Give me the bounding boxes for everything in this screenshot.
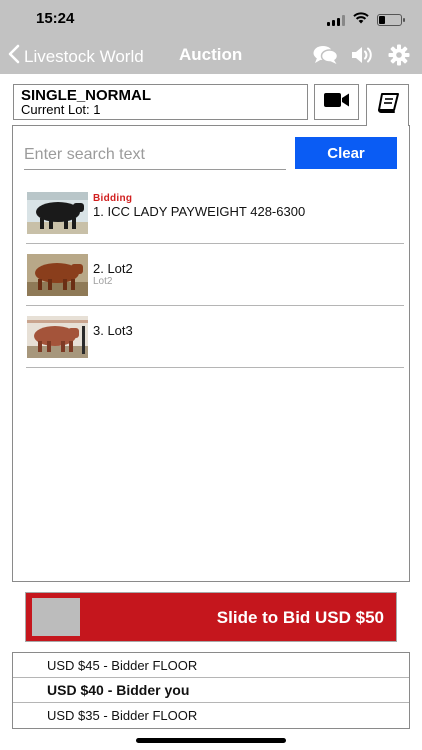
lot-thumbnail <box>27 192 88 234</box>
bid-row: USD $35 - Bidder FLOOR <box>47 708 198 723</box>
lot-thumbnail <box>27 316 88 358</box>
home-indicator <box>136 738 286 743</box>
slide-handle[interactable] <box>32 598 80 636</box>
wifi-icon <box>353 11 369 29</box>
slide-to-bid[interactable]: Slide to Bid USD $50 <box>25 592 397 642</box>
battery-icon <box>377 14 405 26</box>
lot-subtitle: Lot2 <box>93 276 113 287</box>
lot-row-1[interactable]: Bidding 1. ICC LADY PAYWEIGHT 428-6300 <box>26 182 404 244</box>
chevron-left-icon <box>8 44 20 69</box>
catalog-tab[interactable] <box>366 84 409 126</box>
lot-thumbnail <box>27 254 88 296</box>
speaker-icon[interactable] <box>351 45 375 65</box>
lot-name: 1. ICC LADY PAYWEIGHT 428-6300 <box>93 204 306 219</box>
search-input[interactable] <box>24 140 286 170</box>
bid-row: USD $40 - Bidder you <box>13 678 409 703</box>
status-time: 15:24 <box>36 10 75 27</box>
slide-to-bid-label: Slide to Bid USD $50 <box>216 608 384 627</box>
lot-info-box: SINGLE_NORMAL Current Lot: 1 <box>13 84 308 120</box>
status-icons <box>327 11 405 29</box>
lot-list: Bidding 1. ICC LADY PAYWEIGHT 428-6300 2… <box>26 182 404 368</box>
lot-status: Bidding <box>93 193 133 204</box>
book-icon <box>377 93 399 118</box>
clear-button[interactable]: Clear <box>295 137 397 169</box>
lot-row-3[interactable]: 3. Lot3 <box>26 306 404 368</box>
signal-icon <box>327 14 345 26</box>
lot-row-2[interactable]: 2. Lot2 Lot2 <box>26 244 404 306</box>
catalog-panel: Clear Bidding 1. ICC LADY PAYWEIGHT 428-… <box>12 125 410 582</box>
lot-name: 2. Lot2 <box>93 261 133 276</box>
chat-icon[interactable] <box>313 45 338 65</box>
video-button[interactable] <box>314 84 359 120</box>
gear-icon[interactable] <box>388 44 410 66</box>
lot-name: 3. Lot3 <box>93 323 133 338</box>
nav-actions <box>313 44 410 66</box>
sale-type: SINGLE_NORMAL <box>21 87 152 104</box>
back-label: Livestock World <box>24 46 144 66</box>
bid-row: USD $45 - Bidder FLOOR <box>13 653 409 678</box>
current-lot: Current Lot: 1 <box>21 102 101 117</box>
back-button[interactable]: Livestock World <box>8 44 144 69</box>
status-bar: 15:24 <box>0 0 422 36</box>
bid-history: USD $45 - Bidder FLOOR USD $40 - Bidder … <box>12 652 410 729</box>
page-title: Auction <box>179 45 243 64</box>
nav-bar: Livestock World Auction <box>0 36 422 74</box>
video-camera-icon <box>323 92 350 113</box>
